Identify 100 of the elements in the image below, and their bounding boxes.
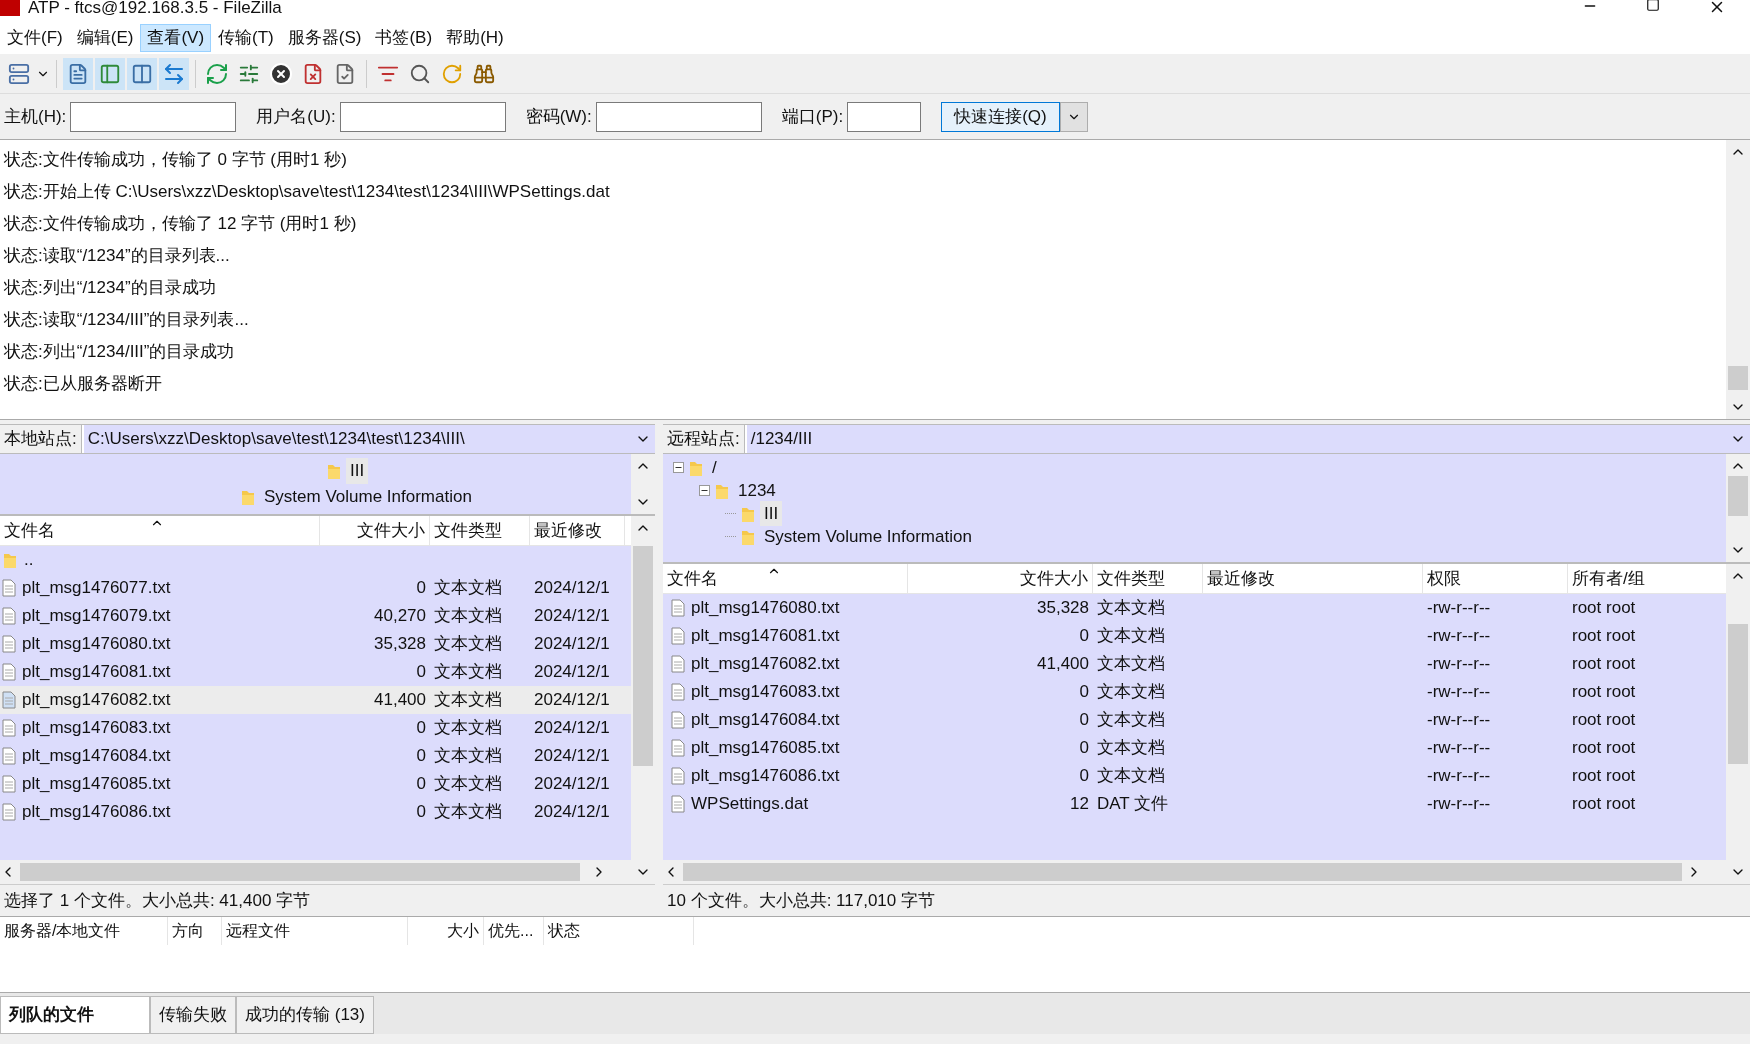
scrollbar[interactable]: [1726, 564, 1750, 884]
scroll-thumb[interactable]: [683, 863, 1682, 881]
panel-toggle-icon[interactable]: [131, 62, 153, 85]
file-icon: [2, 719, 16, 737]
column-header[interactable]: 文件大小: [908, 564, 1093, 593]
input-field[interactable]: [339, 101, 506, 132]
column-header[interactable]: 方向: [168, 917, 222, 945]
column-header[interactable]: 文件大小: [320, 516, 430, 545]
file-permissions: -rw-r--r--: [1427, 654, 1491, 674]
file-size: 0: [416, 773, 426, 796]
file-size: 0: [416, 801, 426, 824]
folder-icon: [240, 488, 256, 506]
column-header[interactable]: 大小: [408, 917, 484, 945]
tab[interactable]: 列队的文件: [0, 996, 150, 1034]
log-line: 状态:文件传输成功，传输了 0 字节 (用时1 秒): [4, 149, 347, 171]
file-owner: root root: [1572, 598, 1636, 618]
menu-item[interactable]: 传输(T): [211, 24, 281, 52]
tab[interactable]: 成功的传输 (13): [236, 996, 374, 1034]
file-icon: [2, 635, 16, 653]
file-row[interactable]: plt_msg1476080.txt 35,328 文本文档 2024/12/1: [0, 630, 631, 658]
filter-settings-icon[interactable]: [238, 62, 260, 85]
scrollbar[interactable]: [0, 860, 631, 884]
file-name: plt_msg1476084.txt: [22, 745, 171, 768]
maximize-icon[interactable]: [1646, 0, 1660, 12]
scroll-thumb[interactable]: [1728, 624, 1748, 764]
file-owner: root root: [1572, 794, 1636, 814]
collapse-icon[interactable]: [673, 462, 684, 473]
log-line: 状态:读取“/1234/III”的目录列表...: [4, 309, 249, 331]
column-header[interactable]: 文件类型: [430, 516, 530, 545]
column-header[interactable]: 权限: [1423, 564, 1568, 593]
tree-item[interactable]: III: [346, 458, 369, 484]
scroll-thumb[interactable]: [20, 863, 580, 881]
file-row[interactable]: plt_msg1476083.txt 0 文本文档 2024/12/1: [0, 714, 631, 742]
refresh-icon[interactable]: [205, 61, 229, 86]
log-toggle-icon[interactable]: [67, 62, 89, 85]
log-line: 状态:已从服务器断开: [4, 373, 162, 395]
input-field[interactable]: [70, 101, 237, 132]
file-row[interactable]: plt_msg1476081.txt 0 文本文档 2024/12/1: [0, 658, 631, 686]
file-row[interactable]: plt_msg1476082.txt 41,400 文本文档 2024/12/1: [0, 686, 631, 714]
menu-item[interactable]: 书签(B): [368, 24, 440, 52]
file-size: 0: [416, 717, 426, 740]
quickconnect-button[interactable]: 快速连接(Q): [941, 101, 1060, 132]
path-dropdown[interactable]: /1234/III: [746, 425, 1750, 453]
status-text: 10 个文件。大小总共: 117,010 字节: [667, 889, 935, 912]
collapse-icon[interactable]: [699, 485, 710, 496]
tree-item[interactable]: /: [708, 454, 721, 481]
file-name: plt_msg1476080.txt: [22, 633, 171, 656]
cancel-icon[interactable]: [269, 61, 293, 86]
menu-item[interactable]: 帮助(H): [439, 24, 511, 52]
scroll-thumb[interactable]: [633, 546, 653, 766]
column-header[interactable]: 服务器/本地文件: [0, 917, 168, 945]
transfer-arrows-icon[interactable]: [162, 61, 186, 86]
scroll-thumb[interactable]: [1728, 366, 1748, 390]
scroll-thumb[interactable]: [1728, 476, 1748, 516]
path-text: /1234/III: [750, 428, 813, 451]
tree-item[interactable]: III: [760, 500, 783, 527]
file-permissions: -rw-r--r--: [1427, 626, 1491, 646]
log-line: 状态:文件传输成功，传输了 12 字节 (用时1 秒): [4, 213, 357, 235]
file-row[interactable]: plt_msg1476085.txt 0 文本文档 2024/12/1: [0, 770, 631, 798]
column-header[interactable]: 最近修改: [1203, 564, 1423, 593]
scrollbar[interactable]: [1726, 140, 1750, 419]
input-field[interactable]: [595, 101, 762, 132]
menu-item[interactable]: 服务器(S): [280, 24, 369, 52]
file-row[interactable]: plt_msg1476077.txt 0 文本文档 2024/12/1: [0, 574, 631, 602]
column-header[interactable]: 文件名: [663, 564, 908, 593]
column-header[interactable]: 文件类型: [1093, 564, 1203, 593]
file-row[interactable]: plt_msg1476086.txt 0 文本文档 2024/12/1: [0, 798, 631, 826]
file-row[interactable]: plt_msg1476079.txt 40,270 文本文档 2024/12/1: [0, 602, 631, 630]
file-permissions: -rw-r--r--: [1427, 682, 1491, 702]
file-name: ..: [24, 549, 34, 572]
column-header[interactable]: 文件名: [0, 516, 320, 545]
column-header[interactable]: 最近修改: [530, 516, 625, 545]
scrollbar[interactable]: [1726, 454, 1750, 562]
column-header[interactable]: 优先...: [484, 917, 544, 945]
tree-item[interactable]: System Volume Information: [260, 484, 476, 510]
file-owner: root root: [1572, 766, 1636, 786]
column-header[interactable]: 远程文件: [222, 917, 408, 945]
site-manager-icon[interactable]: [8, 62, 30, 85]
input-field[interactable]: [847, 101, 922, 132]
menu-item[interactable]: 查看(V): [140, 24, 212, 52]
menu-item[interactable]: 文件(F): [0, 24, 70, 52]
tab[interactable]: 传输失败: [150, 996, 236, 1034]
site-label: 本地站点:: [0, 425, 82, 453]
file-name: plt_msg1476084.txt: [691, 709, 840, 732]
scrollbar[interactable]: [631, 516, 655, 884]
tree-toggle-icon[interactable]: [99, 62, 121, 85]
path-dropdown[interactable]: C:\Users\xzz\Desktop\save\test\1234\test\1234\III\: [83, 425, 655, 453]
file-date: 2024/12/1: [534, 802, 610, 822]
log-line: 状态:开始上传 C:\Users\xzz\Desktop\save\test\1234\test\1234\III\WPSettings.dat: [4, 181, 610, 203]
menu-item[interactable]: 编辑(E): [69, 24, 141, 52]
search-icon[interactable]: [409, 62, 431, 85]
file-row[interactable]: plt_msg1476084.txt 0 文本文档 2024/12/1: [0, 742, 631, 770]
scrollbar[interactable]: [631, 454, 655, 514]
binoculars-icon[interactable]: [473, 62, 495, 85]
file-row[interactable]: ..: [0, 546, 631, 574]
file-name: plt_msg1476079.txt: [22, 605, 171, 628]
column-header[interactable]: 状态: [544, 917, 694, 945]
quickconnect-dropdown[interactable]: [1059, 101, 1088, 132]
file-permissions: -rw-r--r--: [1427, 794, 1491, 814]
file-size: 0: [1079, 625, 1089, 648]
